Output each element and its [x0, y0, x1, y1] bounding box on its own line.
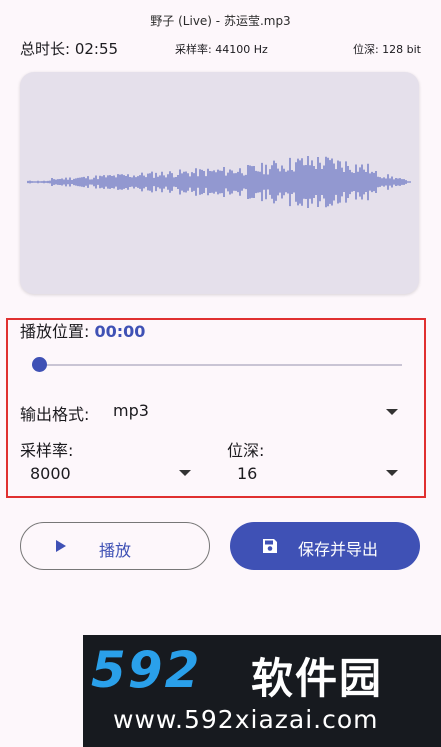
sample-rate-chevron-down-icon[interactable] [179, 470, 191, 476]
bit-depth-label: 位深: [227, 441, 265, 460]
seek-slider[interactable] [32, 355, 402, 375]
output-format-select[interactable]: mp3 [113, 401, 149, 420]
save-export-label: 保存并导出 [298, 540, 379, 559]
info-row: 总时长: 02:55 采样率: 44100 Hz 位深: 128 bit [20, 38, 421, 58]
output-format-label: 输出格式: [20, 405, 90, 424]
playback-position: 播放位置: 00:00 [20, 318, 145, 342]
slider-track[interactable] [32, 364, 402, 366]
file-name: 野子 (Live) - 苏运莹.mp3 [150, 14, 291, 28]
play-button-label: 播放 [98, 541, 131, 560]
bit-depth-select[interactable]: 16 [237, 464, 257, 483]
waveform-display[interactable] [20, 72, 419, 294]
position-label: 播放位置: [20, 322, 90, 341]
format-chevron-down-icon[interactable] [386, 409, 398, 415]
bit-depth-chevron-down-icon[interactable] [386, 470, 398, 476]
sample-rate-label: 采样率: [20, 441, 74, 460]
save-export-button[interactable]: 保存并导出 [230, 522, 420, 570]
waveform-graph [27, 155, 411, 209]
watermark-banner: 592 软件园 www.592xiazai.com [83, 635, 441, 747]
save-icon [263, 539, 277, 553]
source-sample-rate: 采样率: 44100 Hz [175, 43, 268, 56]
play-button[interactable]: 播放 [20, 522, 210, 570]
total-duration: 总时长: 02:55 [20, 40, 119, 58]
watermark-url: www.592xiazai.com [113, 705, 379, 734]
source-bit-depth: 位深: 128 bit [352, 43, 421, 56]
slider-thumb[interactable] [32, 357, 47, 372]
watermark-logo: 592 [91, 641, 202, 699]
watermark-site-name: 软件园 [251, 654, 384, 703]
sample-rate-select[interactable]: 8000 [30, 464, 71, 483]
position-value: 00:00 [94, 322, 146, 341]
